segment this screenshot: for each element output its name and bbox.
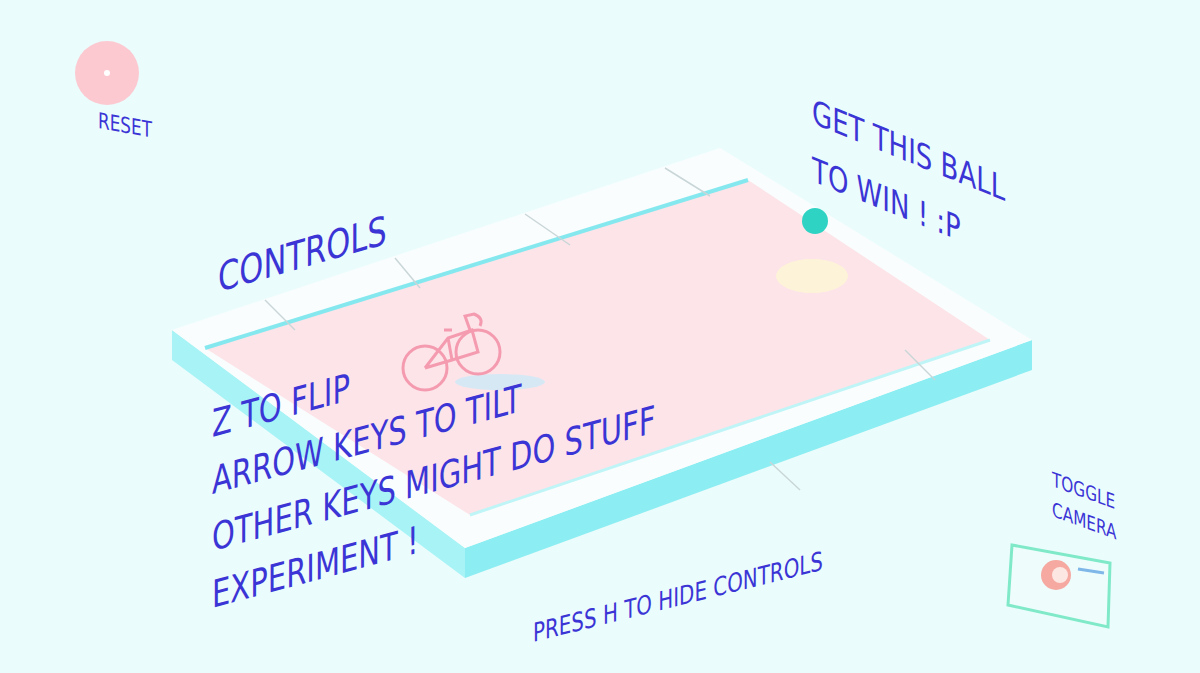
board-floor [205,180,990,515]
hide-controls-hint: PRESS H TO HIDE CONTROLS [533,546,823,648]
camera-label[interactable]: TOGGLECAMERA [1052,464,1116,547]
goal-ball [802,208,828,234]
bicycle[interactable] [403,314,545,390]
reset-icon[interactable] [74,40,140,106]
reset-label[interactable]: RESET [98,108,152,143]
light-spot [776,259,848,293]
back-wall-edge [205,180,748,348]
toggle-camera-button[interactable] [1000,535,1120,635]
game-scene: RESETCONTROLSZ TO FLIPARROW KEYS TO TILT… [0,0,1200,673]
camera-icon[interactable] [1000,535,1120,635]
reset-button[interactable] [74,40,140,106]
